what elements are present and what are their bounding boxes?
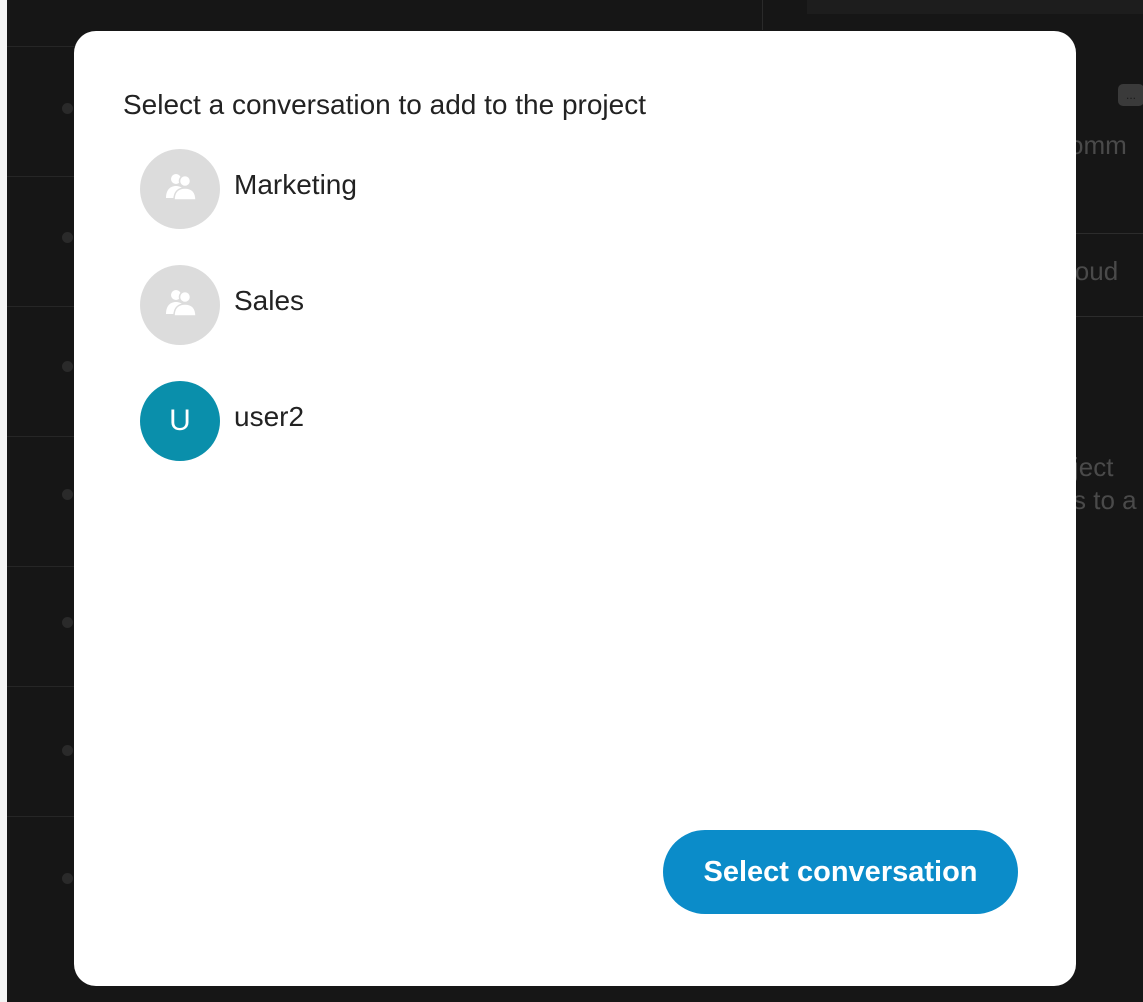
background-row-marker xyxy=(62,232,73,243)
conversation-name: Sales xyxy=(234,285,305,316)
select-conversation-dialog: Select a conversation to add to the proj… xyxy=(74,31,1076,986)
background-row-marker xyxy=(62,361,73,372)
user-avatar-initial: U xyxy=(169,404,191,437)
background-row-marker xyxy=(62,103,73,114)
select-conversation-button[interactable]: Select conversation xyxy=(663,830,1018,914)
group-avatar xyxy=(140,265,220,345)
background-text-fragment: s to a xyxy=(1073,485,1137,515)
background-chat-chip: ... xyxy=(1118,84,1143,106)
background-text-fragment: omm xyxy=(1069,130,1127,160)
background-row-marker xyxy=(62,745,73,756)
background-row-marker xyxy=(62,489,73,500)
dialog-title: Select a conversation to add to the proj… xyxy=(123,89,646,120)
background-header xyxy=(807,0,1143,14)
background-text-fragment: ject xyxy=(1073,452,1114,482)
background-right-divider xyxy=(1073,233,1143,234)
conversation-name: Marketing xyxy=(234,169,357,200)
conversation-item-user2[interactable]: U user2 xyxy=(140,381,1020,461)
background-divider xyxy=(762,0,763,30)
window-edge xyxy=(0,0,7,1002)
conversation-item-sales[interactable]: Sales xyxy=(140,265,1020,345)
background-right-divider xyxy=(1073,316,1143,317)
conversation-item-marketing[interactable]: Marketing xyxy=(140,149,1020,229)
group-icon xyxy=(163,288,197,323)
app-screen: ... omm loud ject s to a Select a conver… xyxy=(0,0,1143,1002)
conversation-name: user2 xyxy=(234,401,305,432)
group-avatar xyxy=(140,149,220,229)
background-row-marker xyxy=(62,873,73,884)
background-row-marker xyxy=(62,617,73,628)
background-text-fragment: loud xyxy=(1069,256,1119,286)
conversation-list: Marketing Sales U user2 xyxy=(140,149,1020,497)
user-avatar: U xyxy=(140,381,220,461)
group-icon xyxy=(163,172,197,207)
